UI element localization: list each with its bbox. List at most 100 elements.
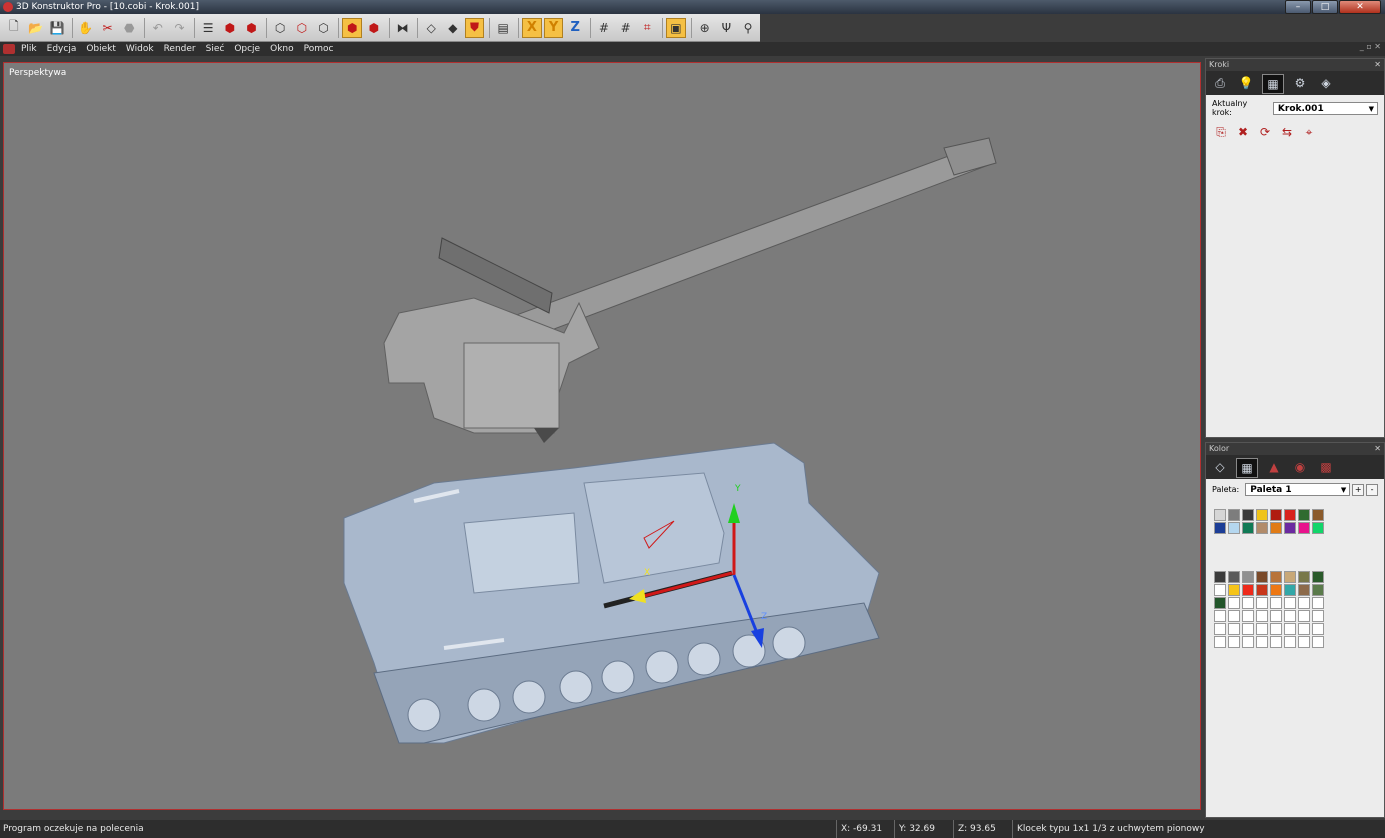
layers-icon[interactable]: ▤ xyxy=(493,18,513,38)
menu-plik[interactable]: Plik xyxy=(21,44,37,54)
color-swatch[interactable] xyxy=(1228,597,1240,609)
color-swatch[interactable] xyxy=(1270,522,1282,534)
color-swatch[interactable] xyxy=(1298,623,1310,635)
close-button[interactable]: ✕ xyxy=(1339,0,1381,14)
color-swatch[interactable] xyxy=(1270,623,1282,635)
color-swatch[interactable] xyxy=(1312,623,1324,635)
color-swatch[interactable] xyxy=(1242,509,1254,521)
grid-medium-icon[interactable]: # xyxy=(616,18,636,38)
palette-add-button[interactable]: + xyxy=(1352,483,1365,496)
red-brick-move-icon[interactable]: ⬢ xyxy=(242,18,262,38)
color-swatch[interactable] xyxy=(1298,597,1310,609)
color-swatch[interactable] xyxy=(1256,610,1268,622)
mdi-window-controls[interactable]: _ ▫ ✕ xyxy=(1360,42,1381,51)
color-swatch[interactable] xyxy=(1228,610,1240,622)
scene-canvas[interactable]: X Y Z xyxy=(4,63,1200,809)
numbered-grid-icon[interactable]: ▦ xyxy=(1262,74,1284,94)
grid-small-icon[interactable]: # xyxy=(594,18,614,38)
color-swatch[interactable] xyxy=(1270,610,1282,622)
step-list-icon[interactable]: ☰ xyxy=(198,18,218,38)
color-swatch[interactable] xyxy=(1298,610,1310,622)
color-swatch[interactable] xyxy=(1242,584,1254,596)
maximize-button[interactable]: □ xyxy=(1312,0,1338,14)
current-step-dropdown[interactable]: Krok.001 ▼ xyxy=(1272,101,1378,115)
undo-icon[interactable]: ↶ xyxy=(148,18,168,38)
color-swatch[interactable] xyxy=(1214,597,1226,609)
lightbulb-icon[interactable]: 💡 xyxy=(1236,74,1256,92)
color-swatch[interactable] xyxy=(1242,597,1254,609)
tank-model[interactable] xyxy=(343,442,880,744)
color-swatch[interactable] xyxy=(1256,597,1268,609)
color-swatch[interactable] xyxy=(1298,636,1310,648)
grey-brick-icon[interactable]: ⬡ xyxy=(270,18,290,38)
color-swatch[interactable] xyxy=(1284,584,1296,596)
color-swatch[interactable] xyxy=(1312,522,1324,534)
color-swatch[interactable] xyxy=(1214,509,1226,521)
color-swatch[interactable] xyxy=(1298,522,1310,534)
color-swatch[interactable] xyxy=(1270,509,1282,521)
color-swatch[interactable] xyxy=(1256,571,1268,583)
color-swatch[interactable] xyxy=(1284,623,1296,635)
color-swatch[interactable] xyxy=(1256,623,1268,635)
menu-widok[interactable]: Widok xyxy=(126,44,154,54)
cube-outline-icon[interactable]: ◇ xyxy=(1210,458,1230,476)
color-swatch[interactable] xyxy=(1284,522,1296,534)
menu-obiekt[interactable]: Obiekt xyxy=(86,44,116,54)
menu-okno[interactable]: Okno xyxy=(270,44,294,54)
color-swatch[interactable] xyxy=(1312,509,1324,521)
bricks-icon[interactable]: ⚙ xyxy=(1290,74,1310,92)
color-swatch[interactable] xyxy=(1284,636,1296,648)
color-swatch[interactable] xyxy=(1242,623,1254,635)
bricks-stack-icon[interactable]: ▲ xyxy=(1264,458,1284,476)
mirror-icon[interactable]: ⧓ xyxy=(393,18,413,38)
axis-z-toggle[interactable]: Z xyxy=(565,18,585,38)
open-folder-icon[interactable]: 📂 xyxy=(26,18,46,38)
grey-brick-rotate-icon[interactable]: ⬡ xyxy=(292,18,312,38)
color-swatch[interactable] xyxy=(1312,584,1324,596)
color-swatch[interactable] xyxy=(1270,571,1282,583)
red-brick-copy-icon[interactable]: ⬢ xyxy=(364,18,384,38)
new-file-icon[interactable]: 🗋 xyxy=(4,18,24,38)
color-swatch[interactable] xyxy=(1270,636,1282,648)
axis-x-toggle[interactable]: X xyxy=(522,17,542,38)
color-swatch[interactable] xyxy=(1284,597,1296,609)
color-grid-icon[interactable]: ▦ xyxy=(1236,458,1258,478)
color-swatch[interactable] xyxy=(1270,597,1282,609)
color-swatch[interactable] xyxy=(1214,636,1226,648)
color-swatch[interactable] xyxy=(1256,584,1268,596)
red-shield-cube-icon[interactable]: ⛊ xyxy=(464,17,485,38)
step-delete-icon[interactable]: ✖ xyxy=(1234,123,1252,141)
red-brick-icon[interactable]: ⬢ xyxy=(220,18,240,38)
menu-opcje[interactable]: Opcje xyxy=(234,44,260,54)
color-swatch[interactable] xyxy=(1228,623,1240,635)
color-swatch[interactable] xyxy=(1312,571,1324,583)
color-swatch[interactable] xyxy=(1312,597,1324,609)
step-target-icon[interactable]: ⌖ xyxy=(1300,123,1318,141)
color-swatch[interactable] xyxy=(1284,610,1296,622)
color-swatch[interactable] xyxy=(1214,584,1226,596)
window-frame-icon[interactable]: ▣ xyxy=(666,17,686,38)
color-swatch[interactable] xyxy=(1284,571,1296,583)
color-swatch[interactable] xyxy=(1214,571,1226,583)
color-swatch[interactable] xyxy=(1228,584,1240,596)
axis-y-toggle[interactable]: Y xyxy=(543,17,564,38)
grid-snap-icon[interactable]: ⌗ xyxy=(637,18,657,38)
kroki-close-icon[interactable]: ✕ xyxy=(1374,59,1381,71)
pattern-icon[interactable]: ▩ xyxy=(1316,458,1336,476)
step-move-icon[interactable]: ⇆ xyxy=(1278,123,1296,141)
step-refresh-icon[interactable]: ⟳ xyxy=(1256,123,1274,141)
color-swatch[interactable] xyxy=(1256,636,1268,648)
color-swatch[interactable] xyxy=(1298,584,1310,596)
key-icon[interactable]: ⚲ xyxy=(738,18,758,38)
color-swatch[interactable] xyxy=(1242,571,1254,583)
color-swatch[interactable] xyxy=(1228,636,1240,648)
color-swatch[interactable] xyxy=(1228,522,1240,534)
delete-brick-icon[interactable]: ✂ xyxy=(98,18,118,38)
color-swatch[interactable] xyxy=(1214,623,1226,635)
color-swatch[interactable] xyxy=(1312,636,1324,648)
palette-remove-button[interactable]: - xyxy=(1366,483,1378,496)
ghost-brick-icon[interactable]: ⬣ xyxy=(119,18,139,38)
grey-brick-duplicate-icon[interactable]: ⬡ xyxy=(314,18,334,38)
redo-icon[interactable]: ↷ xyxy=(170,18,190,38)
menu-render[interactable]: Render xyxy=(164,44,196,54)
